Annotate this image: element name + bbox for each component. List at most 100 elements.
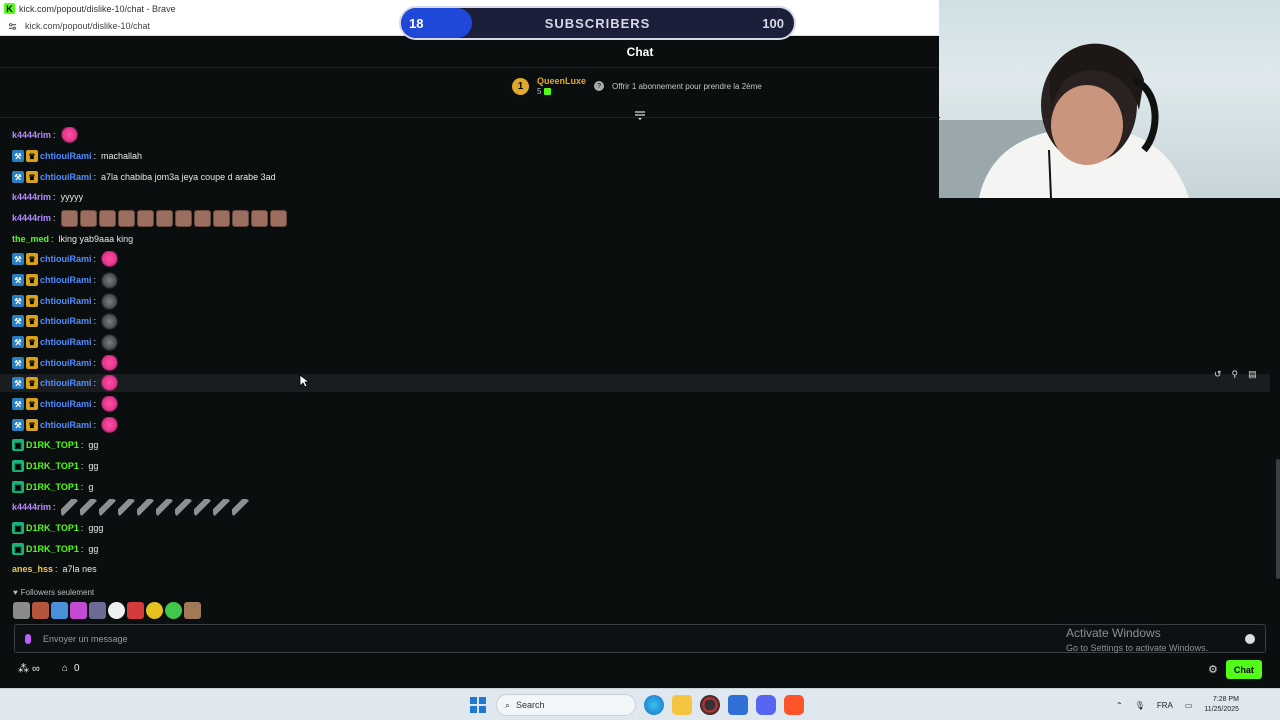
fig-emote-icon[interactable]: [101, 312, 119, 330]
reply-icon[interactable]: ↺: [1214, 369, 1222, 380]
gun-emote-icon[interactable]: [212, 498, 230, 516]
chat-message[interactable]: ▣ D1RK_TOP1: gg: [12, 436, 98, 454]
chat-input-placeholder[interactable]: Envoyer un message: [43, 634, 128, 644]
fig-emote-icon[interactable]: [101, 271, 119, 289]
chat-message[interactable]: ⚒ ♛ chtiouiRami:: [12, 271, 119, 289]
chat-username[interactable]: chtiouiRami: [40, 337, 92, 347]
chat-username[interactable]: D1RK_TOP1: [26, 440, 79, 450]
chat-username[interactable]: k4444rim: [12, 130, 51, 140]
gun-emote-icon[interactable]: [98, 498, 116, 516]
url-text[interactable]: kick.com/popout/dislike-10/chat: [25, 21, 150, 31]
face-emote-icon[interactable]: [117, 209, 135, 227]
chat-username[interactable]: k4444rim: [12, 192, 51, 202]
chat-username[interactable]: D1RK_TOP1: [26, 544, 79, 554]
chat-username[interactable]: chtiouiRami: [40, 420, 92, 430]
face-emote-icon[interactable]: [98, 209, 116, 227]
emote-1-icon[interactable]: [13, 602, 30, 619]
heart-emote-icon[interactable]: [101, 416, 119, 434]
chat-username[interactable]: the_med: [12, 234, 49, 244]
chat-username[interactable]: chtiouiRami: [40, 399, 92, 409]
chat-username[interactable]: chtiouiRami: [40, 275, 92, 285]
gun-emote-icon[interactable]: [174, 498, 192, 516]
chat-message[interactable]: k4444rim: yyyyy: [12, 188, 83, 206]
face-emote-icon[interactable]: [231, 209, 249, 227]
fig-emote-icon[interactable]: [101, 292, 119, 310]
taskbar-search[interactable]: ⌕ Search: [496, 694, 636, 716]
chat-username[interactable]: chtiouiRami: [40, 378, 92, 388]
collapse-pinned-icon[interactable]: [634, 111, 646, 121]
gun-emote-icon[interactable]: [60, 498, 78, 516]
chat-message[interactable]: ⚒ ♛ chtiouiRami: a7la chabiba jom3a jeya co…: [12, 168, 276, 186]
chat-username[interactable]: chtiouiRami: [40, 296, 92, 306]
fig-emote-icon[interactable]: [101, 333, 119, 351]
chat-username[interactable]: chtiouiRami: [40, 316, 92, 326]
chat-message[interactable]: anes_hss: a7la nes: [12, 560, 97, 578]
brave-browser-icon[interactable]: [784, 695, 804, 715]
store-app-icon[interactable]: [728, 695, 748, 715]
chat-username[interactable]: anes_hss: [12, 564, 53, 574]
chat-message[interactable]: ▣ D1RK_TOP1: ggg: [12, 519, 103, 537]
delete-icon[interactable]: ▤: [1248, 369, 1257, 380]
chat-message[interactable]: ⚒ ♛ chtiouiRami:: [12, 354, 119, 372]
chat-username[interactable]: chtiouiRami: [40, 172, 92, 182]
emote-4-icon[interactable]: [70, 602, 87, 619]
gun-emote-icon[interactable]: [155, 498, 173, 516]
chat-send-button[interactable]: Chat: [1225, 660, 1262, 679]
heart-emote-icon[interactable]: [101, 395, 119, 413]
file-explorer-icon[interactable]: [672, 695, 692, 715]
microphone-tray-icon[interactable]: 🎙: [1135, 701, 1145, 710]
chat-message[interactable]: ⚒ ♛ chtiouiRami:: [12, 292, 119, 310]
site-settings-icon[interactable]: [8, 22, 17, 31]
chat-message[interactable]: ⚒ ♛ chtiouiRami:: [12, 395, 119, 413]
recording-app-icon[interactable]: [700, 695, 720, 715]
chat-message[interactable]: ⚒ ♛ chtiouiRami:: [12, 250, 119, 268]
emote-7-icon[interactable]: [127, 602, 144, 619]
face-emote-icon[interactable]: [250, 209, 268, 227]
gun-emote-icon[interactable]: [79, 498, 97, 516]
face-emote-icon[interactable]: [60, 209, 78, 227]
language-indicator[interactable]: FRA: [1157, 701, 1173, 710]
chat-username[interactable]: D1RK_TOP1: [26, 482, 79, 492]
chat-message[interactable]: ⚒ ♛ chtiouiRami: machallah: [12, 147, 142, 165]
face-emote-icon[interactable]: [79, 209, 97, 227]
gun-emote-icon[interactable]: [136, 498, 154, 516]
chat-message[interactable]: k4444rim:: [12, 126, 78, 144]
kicks-counter[interactable]: ⌂ 0: [62, 663, 80, 674]
discord-icon[interactable]: [756, 695, 776, 715]
emote-8-icon[interactable]: [146, 602, 163, 619]
face-emote-icon[interactable]: [136, 209, 154, 227]
emote-5-icon[interactable]: [89, 602, 106, 619]
chat-message[interactable]: ⚒ ♛ chtiouiRami:: [12, 312, 119, 330]
face-emote-icon[interactable]: [174, 209, 192, 227]
taskbar-clock[interactable]: 7:28 PM 11/25/2025: [1204, 695, 1239, 715]
chat-username[interactable]: chtiouiRami: [40, 358, 92, 368]
share-infinity-icon[interactable]: ⁂ ∞: [18, 662, 40, 675]
face-emote-icon[interactable]: [269, 209, 287, 227]
chat-message[interactable]: k4444rim:: [12, 498, 249, 516]
emote-6-icon[interactable]: [108, 602, 125, 619]
pinned-gifter[interactable]: 1 QueenLuxe 5 ? Offrir 1 abonnement pour…: [512, 76, 762, 96]
tray-chevron-icon[interactable]: ⌃: [1116, 701, 1123, 710]
chat-message[interactable]: ▣ D1RK_TOP1: gg: [12, 457, 98, 475]
network-icon[interactable]: ▭: [1185, 701, 1193, 710]
chat-message[interactable]: the_med: lking yab9aaa king: [12, 230, 133, 248]
heart-emote-icon[interactable]: [60, 126, 78, 144]
chat-message[interactable]: ▣ D1RK_TOP1: gg: [12, 540, 98, 558]
pin-icon[interactable]: ⚲: [1232, 369, 1239, 380]
chat-message[interactable]: ⚒ ♛ chtiouiRami:: [12, 416, 119, 434]
gun-emote-icon[interactable]: [117, 498, 135, 516]
heart-emote-icon[interactable]: [101, 250, 119, 268]
face-emote-icon[interactable]: [212, 209, 230, 227]
chat-message[interactable]: ▣ D1RK_TOP1: g: [12, 478, 93, 496]
gun-emote-icon[interactable]: [193, 498, 211, 516]
chat-message[interactable]: ⚒ ♛ chtiouiRami:: [12, 333, 119, 351]
settings-gear-icon[interactable]: ⚙: [1208, 663, 1218, 676]
microphone-icon[interactable]: [25, 633, 31, 644]
emote-2-icon[interactable]: [32, 602, 49, 619]
chat-username[interactable]: D1RK_TOP1: [26, 523, 79, 533]
gun-emote-icon[interactable]: [231, 498, 249, 516]
chat-message[interactable]: ⚒ ♛ chtiouiRami:: [0, 374, 1270, 392]
chat-message[interactable]: k4444rim:: [12, 209, 287, 227]
chat-username[interactable]: chtiouiRami: [40, 151, 92, 161]
heart-emote-icon[interactable]: [101, 374, 119, 392]
